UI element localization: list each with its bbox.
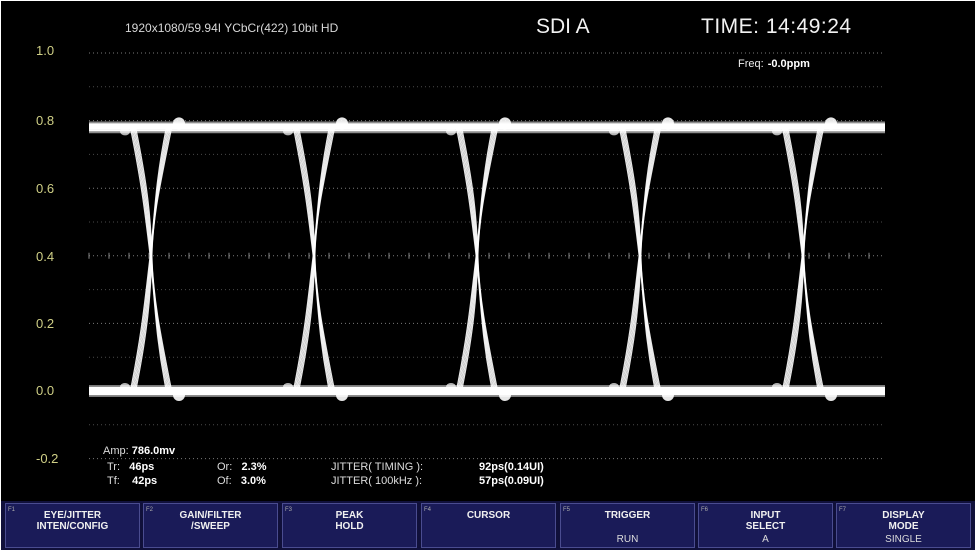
eye-ringing [772,127,782,136]
eye-ringing [283,127,293,136]
or-readout: Or: 2.3% [217,461,267,473]
f-key-label: INPUT SELECT [745,510,786,532]
eye-overshoot [662,117,674,130]
f1-eye-jitter-button[interactable]: F1 EYE/JITTER INTEN/CONFIG [5,503,140,548]
eye-overshoot [662,389,674,401]
jitter-timing-value: 92ps(0.14UI) [479,461,544,473]
eye-ringing [120,127,130,136]
or-label: Or: [217,461,233,473]
eye-trace [89,117,885,401]
eye-ringing [609,127,619,136]
tr-label: Tr: [107,461,121,473]
jitter-100k-number: 57ps(0.09UI) [479,475,544,487]
f-key-label: GAIN/FILTER /SWEEP [179,510,242,532]
f5-trigger-button[interactable]: F5 TRIGGER RUN [560,503,695,548]
jitter-timing-number: 92ps(0.14UI) [479,461,544,473]
jitter-100k-value: 57ps(0.09UI) [479,475,544,487]
of-readout: Of: 3.0% [217,475,266,487]
f-key-label: TRIGGER [604,510,651,521]
eye-ringing [120,383,130,391]
f-key-label: CURSOR [466,510,511,521]
f6-input-select-button[interactable]: F6 INPUT SELECT A [698,503,833,548]
amp-label: Amp: [103,445,129,457]
jitter-timing-label: JITTER( TIMING ): [331,461,424,473]
eye-diagram-plot [88,52,885,460]
amp-readout: Amp: 786.0mv [103,445,175,457]
eye-ringing [283,383,293,391]
eye-overshoot [173,117,185,130]
tf-readout: Tf: 42ps [107,475,157,487]
eye-overshoot [499,117,511,130]
f7-display-mode-button[interactable]: F7 DISPLAY MODE SINGLE [836,503,971,548]
eye-ringing [446,127,456,136]
f3-peak-hold-button[interactable]: F3 PEAK HOLD [282,503,417,548]
of-value: 3.0% [240,475,266,487]
f4-cursor-button[interactable]: F4 CURSOR [421,503,556,548]
waveform-monitor-screen: 1920x1080/59.94I YCbCr(422) 10bit HD SDI… [1,1,975,550]
or-value: 2.3% [241,461,267,473]
f-key-value: RUN [616,534,639,545]
eye-overshoot [499,389,511,401]
f-key-label: DISPLAY MODE [882,510,925,532]
eye-overshoot [173,389,185,401]
eye-overshoot [825,117,837,130]
eye-ringing [772,383,782,391]
eye-overshoot [336,389,348,401]
amp-value: 786.0mv [131,445,176,457]
eye-overshoot [825,389,837,401]
f-key-value: A [762,534,769,545]
tr-value: 46ps [129,461,155,473]
eye-overshoot [336,117,348,130]
tf-value: 42ps [132,475,158,487]
tr-readout: Tr: 46ps [107,461,154,473]
f-key-value: SINGLE [885,534,922,545]
f-key-label: EYE/JITTER INTEN/CONFIG [36,510,109,532]
eye-ringing [609,383,619,391]
graticule [88,52,885,460]
eye-ringing [446,383,456,391]
of-label: Of: [217,475,232,487]
jitter-100k-label: JITTER( 100kHz ): [331,475,423,487]
f2-gain-filter-button[interactable]: F2 GAIN/FILTER /SWEEP [143,503,278,548]
f-key-label: PEAK HOLD [335,510,364,532]
tf-label: Tf: [107,475,120,487]
